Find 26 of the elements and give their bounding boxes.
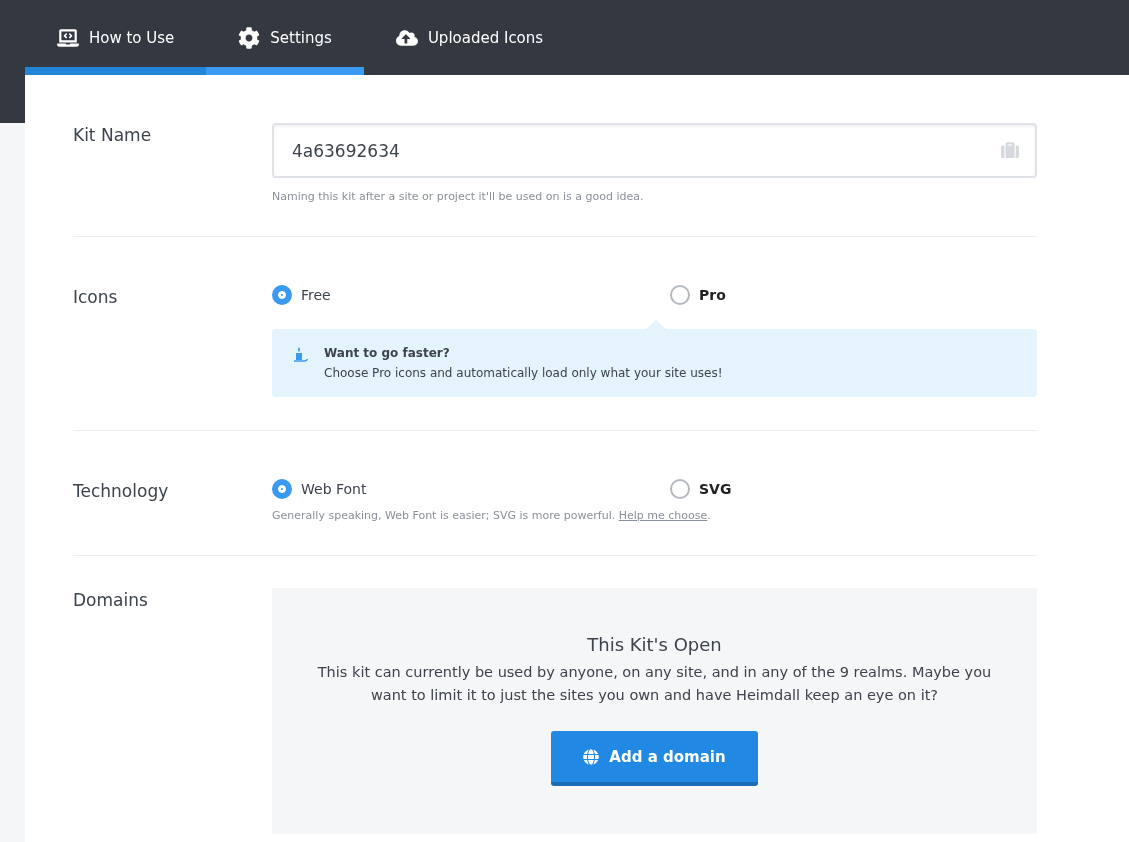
radio-option[interactable]: Free xyxy=(272,285,670,305)
field-label: Icons xyxy=(73,286,119,309)
settings-icon xyxy=(238,26,261,49)
callout-title: Want to go faster? xyxy=(324,346,451,360)
kit-name-field[interactable]: 4a63692634 xyxy=(272,123,1037,178)
radio-button[interactable] xyxy=(670,479,690,499)
radio-option[interactable]: SVG xyxy=(670,479,1037,499)
field-label: Kit Name xyxy=(73,124,153,147)
help-text: Generally speaking, Web Font is easier; SVG is more powerful. Help me choose. xyxy=(272,509,712,522)
globe-icon xyxy=(583,748,600,765)
card-text: This kit can currently be used by anyone, on any site, and in any of the 9 realms. Maybe you want to limit it to just the sites you own and have Heimdall keep an eye on it? xyxy=(316,663,993,705)
backpack-icon xyxy=(1001,141,1019,159)
radio-button[interactable] xyxy=(670,285,690,305)
tab[interactable]: Uploaded Icons xyxy=(363,0,576,75)
radio-button[interactable] xyxy=(272,479,292,499)
radio-button[interactable] xyxy=(272,285,292,305)
help-text: Naming this kit after a site or project it'll be used on is a good idea. xyxy=(272,190,645,203)
field-label: Domains xyxy=(73,589,149,612)
card-title: This Kit's Open xyxy=(587,634,722,655)
candle-icon xyxy=(294,346,308,364)
radio-option[interactable]: Pro xyxy=(670,285,1037,305)
callout-text: Choose Pro icons and automatically load only what your site uses! xyxy=(324,366,723,380)
field-label: Technology xyxy=(73,480,170,503)
radio-option[interactable]: Web Font xyxy=(272,479,670,499)
add-domain-button[interactable]: Add a domain xyxy=(551,731,758,786)
laptop-icon xyxy=(57,26,79,49)
